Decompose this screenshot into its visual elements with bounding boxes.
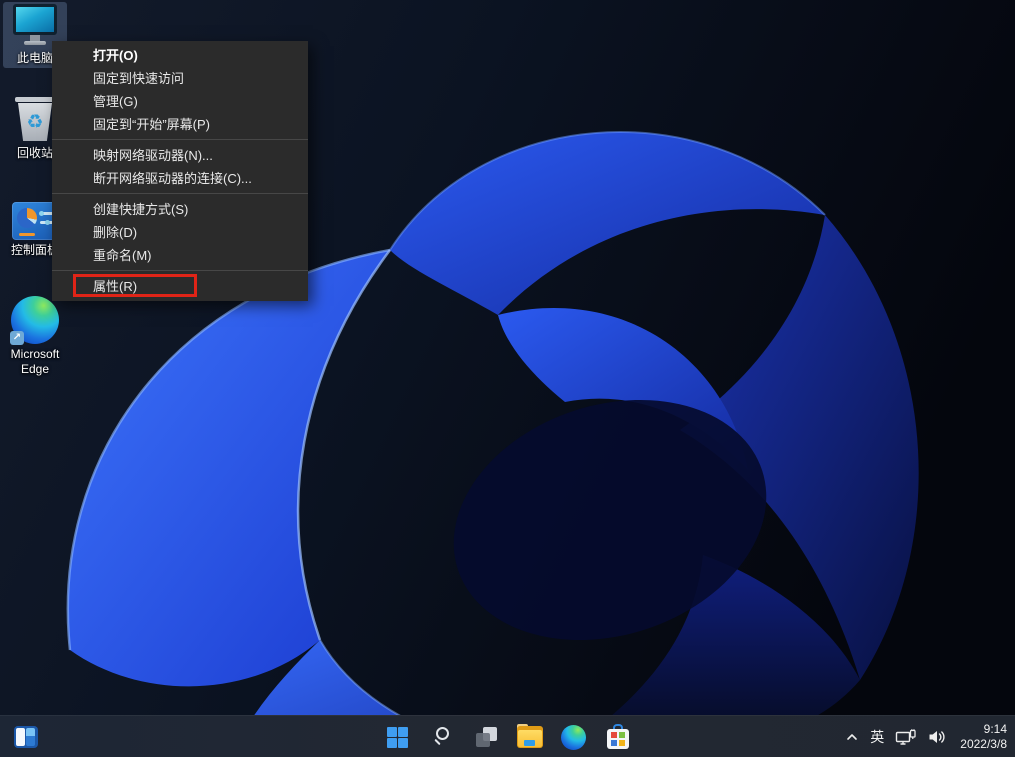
store-icon <box>606 724 630 750</box>
chevron-up-icon <box>847 734 858 740</box>
menu-item-delete[interactable]: 删除(D) <box>52 221 308 244</box>
task-view-icon <box>474 725 498 749</box>
recycle-bin-icon: ♻ <box>14 97 56 143</box>
file-explorer-button[interactable] <box>512 719 548 755</box>
edge-icon: ↗ <box>10 296 59 345</box>
network-icon <box>896 728 916 745</box>
menu-separator <box>52 193 308 194</box>
menu-item-open[interactable]: 打开(O) <box>52 44 308 67</box>
menu-separator <box>52 270 308 271</box>
volume-tray-button[interactable] <box>928 729 947 745</box>
recycle-symbol-icon: ♻ <box>26 110 44 133</box>
ime-indicator[interactable]: 英 <box>870 727 884 747</box>
tray-time: 9:14 <box>983 722 1007 736</box>
search-button[interactable] <box>424 719 460 755</box>
clock[interactable]: 9:14 2022/3/8 <box>958 722 1007 752</box>
edge-icon <box>561 724 586 750</box>
taskbar: 英 9:14 2022/3/8 <box>0 715 1015 757</box>
menu-item-disconnect-network-drive[interactable]: 断开网络驱动器的连接(C)... <box>52 167 308 190</box>
desktop: 此电脑 ♻ 回收站 控制面板 ↗ Microsoft Edge 打开(O) 固定… <box>0 0 1015 757</box>
widgets-icon <box>14 726 38 748</box>
menu-item-pin-quick-access[interactable]: 固定到快速访问 <box>52 67 308 90</box>
search-icon <box>430 725 454 749</box>
menu-item-create-shortcut[interactable]: 创建快捷方式(S) <box>52 198 308 221</box>
windows-logo-icon <box>387 726 408 748</box>
menu-item-rename[interactable]: 重命名(M) <box>52 244 308 267</box>
menu-item-pin-start[interactable]: 固定到“开始”屏幕(P) <box>52 113 308 136</box>
menu-item-map-network-drive[interactable]: 映射网络驱动器(N)... <box>52 144 308 167</box>
folder-icon <box>516 724 543 748</box>
desktop-icon-microsoft-edge[interactable]: ↗ Microsoft Edge <box>3 296 67 377</box>
edge-label: Microsoft Edge <box>10 347 60 376</box>
menu-item-properties[interactable]: 属性(R) <box>52 275 308 298</box>
menu-separator <box>52 139 308 140</box>
tray-date: 2022/3/8 <box>960 737 1007 751</box>
menu-item-manage[interactable]: 管理(G) <box>52 90 308 113</box>
volume-icon <box>929 731 945 743</box>
widgets-button[interactable] <box>8 719 44 755</box>
network-tray-button[interactable] <box>895 728 917 746</box>
task-view-button[interactable] <box>468 719 504 755</box>
start-button[interactable] <box>380 719 416 755</box>
shortcut-arrow-icon: ↗ <box>10 331 24 345</box>
edge-button[interactable] <box>556 719 592 755</box>
tray-chevron-up-button[interactable] <box>845 730 859 744</box>
microsoft-store-button[interactable] <box>600 719 636 755</box>
context-menu: 打开(O) 固定到快速访问 管理(G) 固定到“开始”屏幕(P) 映射网络驱动器… <box>52 41 308 301</box>
